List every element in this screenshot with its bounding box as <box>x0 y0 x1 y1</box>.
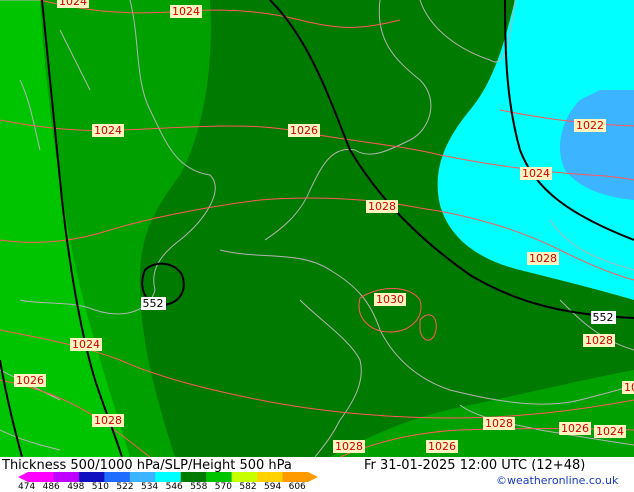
isobar-label: 1024 <box>170 5 202 18</box>
legend-swatch <box>53 472 80 482</box>
product-title: Thickness 500/1000 hPa/SLP/Height 500 hP… <box>2 458 292 473</box>
isobar-label: 1026 <box>559 422 591 435</box>
legend-arrow-left <box>18 472 28 482</box>
isobar-label: 1024 <box>57 0 89 8</box>
credit-link[interactable]: ©weatheronline.co.uk <box>496 474 618 487</box>
legend-value: 510 <box>91 482 109 492</box>
isobar-label-text: 1026 <box>428 440 456 453</box>
legend-value: 486 <box>42 482 60 492</box>
isobar-label: 1028 <box>333 440 365 453</box>
isobar-label-text: 1028 <box>585 334 613 347</box>
isobar-label: 1024 <box>92 124 124 137</box>
isobar-label-text: 1026 <box>16 374 44 387</box>
isobar-label: 1026 <box>426 440 458 453</box>
legend-value: 606 <box>288 482 306 492</box>
legend-value: 498 <box>67 482 85 492</box>
isobar-label-text: 1024 <box>596 425 624 438</box>
map-footer: Thickness 500/1000 hPa/SLP/Height 500 hP… <box>0 457 634 492</box>
legend-swatch <box>104 472 131 482</box>
legend-swatch <box>78 472 105 482</box>
isobar-label: 1024 <box>70 338 102 351</box>
isobar-label-text: 1024 <box>172 5 200 18</box>
legend-value: 594 <box>264 482 282 492</box>
isobar-label-text: 1028 <box>368 200 396 213</box>
isobar-label-text: 1030 <box>376 293 404 306</box>
height-label: 552 <box>141 297 166 310</box>
legend-value: 570 <box>214 482 232 492</box>
legend-swatch <box>155 472 182 482</box>
isobar-label-text: 1028 <box>94 414 122 427</box>
legend-swatch <box>231 472 258 482</box>
isobar-label: 1030 <box>374 293 406 306</box>
height-label-text: 552 <box>143 297 164 310</box>
isobar-label-text: 1024 <box>522 167 550 180</box>
isobar-label-text: 1022 <box>576 119 604 132</box>
isobar-label: 1024 <box>520 167 552 180</box>
legend-value: 474 <box>18 482 36 492</box>
valid-time: Fr 31-01-2025 12:00 UTC (12+48) <box>364 458 586 473</box>
isobar-label: 1026 <box>14 374 46 387</box>
height-label-text: 552 <box>593 311 614 324</box>
isobar-label-text: 1026 <box>290 124 318 137</box>
isobar-label-text: 1026 <box>624 381 634 394</box>
legend-value: 558 <box>190 482 208 492</box>
isobar-label: 1026 <box>288 124 320 137</box>
isobar-label-text: 1024 <box>94 124 122 137</box>
legend-value: 546 <box>165 482 183 492</box>
isobar-label-text: 1026 <box>561 422 589 435</box>
isobar-label: 1028 <box>583 334 615 347</box>
isobar-label-text: 1024 <box>59 0 87 8</box>
legend-swatch <box>257 472 284 482</box>
weather-map: 1024 1024 1024 1024 1024 1026 1026 1026 … <box>0 0 634 457</box>
legend-value: 522 <box>116 482 134 492</box>
legend-swatch <box>28 472 54 482</box>
isobar-label-text: 1024 <box>72 338 100 351</box>
isobar-label: 1028 <box>366 200 398 213</box>
isobar-label-text: 1028 <box>485 417 513 430</box>
isobar-label: 1026 <box>622 381 634 394</box>
legend-swatch <box>180 472 207 482</box>
legend-swatch <box>206 472 233 482</box>
legend-arrow-right <box>308 472 318 482</box>
isobar-label-text: 1028 <box>335 440 363 453</box>
legend-swatch <box>282 472 309 482</box>
height-label: 552 <box>591 311 616 324</box>
isobar-label: 1024 <box>594 425 626 438</box>
legend-value: 534 <box>141 482 159 492</box>
isobar-label: 1028 <box>483 417 515 430</box>
isobar-label: 1028 <box>527 252 559 265</box>
legend-swatch <box>129 472 156 482</box>
legend-value: 582 <box>239 482 257 492</box>
isobar-label: 1022 <box>574 119 606 132</box>
isobar-label-text: 1028 <box>529 252 557 265</box>
isobar-label: 1028 <box>92 414 124 427</box>
